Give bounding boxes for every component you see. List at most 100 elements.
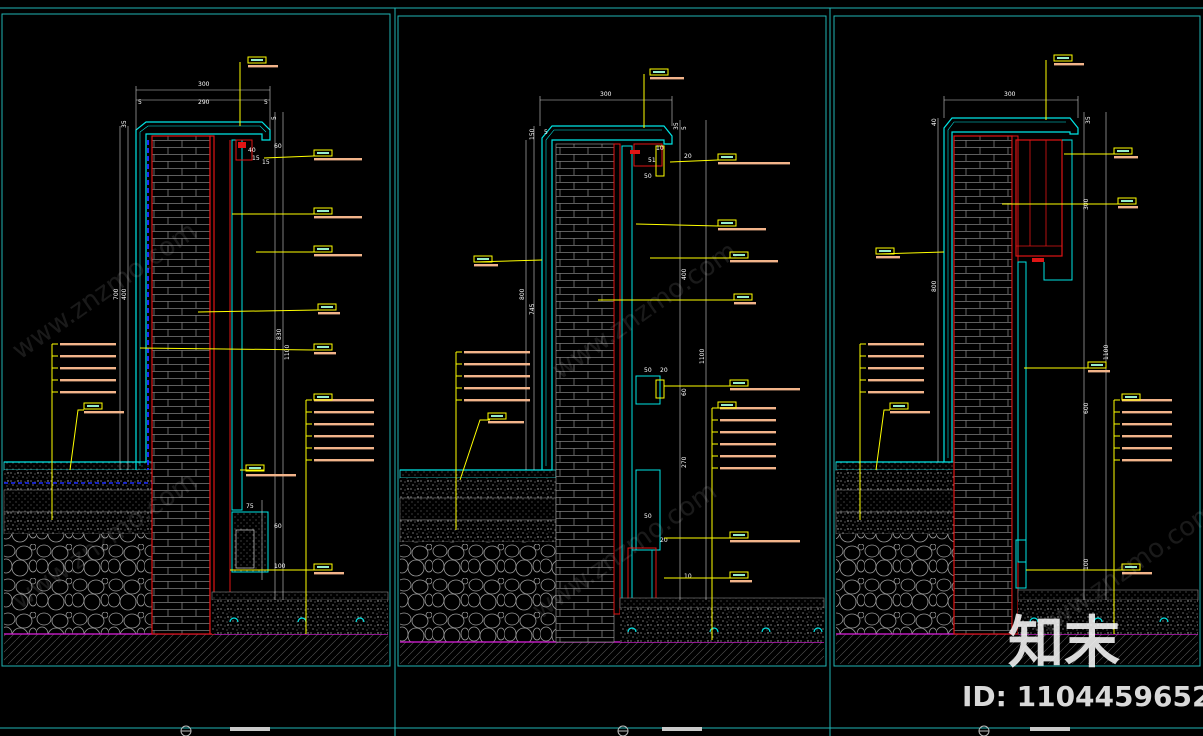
gravel-layer <box>4 470 152 490</box>
callout-text-line <box>314 435 374 438</box>
callout-text-line <box>60 355 116 358</box>
dim-label: 100 <box>274 563 286 570</box>
dim-label: 15 <box>262 159 270 166</box>
dim-label: 35 <box>673 122 680 130</box>
callout-text-line <box>488 421 524 424</box>
callout-text-line <box>314 352 336 355</box>
callout-text-line <box>868 391 924 394</box>
callout-text-line <box>1114 156 1138 159</box>
callout-text-line <box>464 387 530 390</box>
callout-text-line <box>314 572 344 575</box>
callout-text-line <box>1088 370 1110 373</box>
callout-text-line <box>314 216 362 219</box>
callout-text-line <box>1118 206 1138 209</box>
dim-label: 40 <box>931 118 938 126</box>
callout-text-line <box>730 580 752 583</box>
cad-drawing-canvas: 300 5 290 5 35 5 15 40 60 15 400 700 830… <box>0 7 1203 736</box>
callout-text-line <box>730 388 800 391</box>
dim-label: 270 <box>681 456 688 468</box>
callout-text-line <box>890 411 930 414</box>
callout-text-line <box>318 312 340 315</box>
dim-label: 20 <box>660 367 668 374</box>
brick-wall <box>151 135 211 635</box>
dim-label: 35 <box>121 120 128 128</box>
dim-label: 1100 <box>699 349 706 364</box>
callout-text-line <box>314 459 374 462</box>
callout-text-line <box>720 431 776 434</box>
dim-label: 150 <box>529 128 536 140</box>
id-watermark: ID: 1104459652 <box>962 680 1203 713</box>
callout-text-line <box>718 162 790 165</box>
dim-label: 5 <box>138 99 142 106</box>
dim-label: 1100 <box>284 345 291 360</box>
dim-label: 5 <box>264 99 268 106</box>
dim-label: 15 <box>252 155 260 162</box>
callout-text-line <box>650 77 684 80</box>
callout-text-line <box>60 367 116 370</box>
dim-label: 5 <box>681 126 688 130</box>
callout-text-line <box>474 264 498 267</box>
callout-text-line <box>314 423 374 426</box>
dim-label: 20 <box>684 153 692 160</box>
section-right: 300 40 35 300 800 1100 600 100 <box>835 91 1199 664</box>
callout-text-line <box>60 379 116 382</box>
callout-text-line <box>868 367 924 370</box>
callout-text-line <box>464 351 530 354</box>
dim-label: 800 <box>519 288 526 300</box>
callout-text-line <box>876 256 900 259</box>
callout-text-line <box>60 343 116 346</box>
dim-label: 830 <box>276 328 283 340</box>
dim-label: 75 <box>246 503 254 510</box>
callout-text-line <box>1122 411 1172 414</box>
callout-text-line <box>720 443 776 446</box>
dim-label: 10 <box>684 573 692 580</box>
callout-text-line <box>314 447 374 450</box>
callout-text-line <box>718 228 766 231</box>
dim-label: 300 <box>1004 91 1016 98</box>
dim-label: 50 <box>644 367 652 374</box>
dim-label: 600 <box>1083 402 1090 414</box>
dim-label: 290 <box>198 99 210 106</box>
dim-label: 1100 <box>1103 345 1110 360</box>
callout-text-line <box>464 363 530 366</box>
dim-label: 800 <box>931 280 938 292</box>
compacted-soil <box>4 634 388 664</box>
callout-text-line <box>868 343 924 346</box>
callout-text-line <box>868 379 924 382</box>
callout-text-line <box>720 455 776 458</box>
callout-text-line <box>1054 63 1084 66</box>
dim-label: 745 <box>529 303 536 315</box>
callout-text-line <box>730 540 800 543</box>
callout-text-line <box>720 467 776 470</box>
dim-label: 50 <box>644 173 652 180</box>
callout-text-line <box>464 399 530 402</box>
callout-text-line <box>720 419 776 422</box>
logo-watermark: 知末 <box>1008 611 1120 676</box>
dim-label: 40 <box>248 147 256 154</box>
callout-text-line <box>246 474 296 477</box>
callout-text-line <box>60 391 116 394</box>
dim-label: 35 <box>1085 116 1092 124</box>
dim-label: 60 <box>274 523 282 530</box>
callout-text-line <box>464 375 530 378</box>
callout-text-line <box>314 254 362 257</box>
callout-text-line <box>1122 423 1172 426</box>
callout-text-line <box>868 355 924 358</box>
callout-text-line <box>734 302 756 305</box>
dim-label: 100 <box>1083 558 1090 570</box>
dim-label: 10 <box>656 145 664 152</box>
dim-label: 5 <box>544 129 548 136</box>
callout-text-line <box>314 158 362 161</box>
paving-slab <box>3 461 153 471</box>
dim-label: 60 <box>274 143 282 150</box>
callout-text-line <box>1122 435 1172 438</box>
dim-label: 60 <box>681 388 688 396</box>
callout-text-line <box>314 411 374 414</box>
dim-label: 300 <box>198 81 210 88</box>
dim-label: 300 <box>600 91 612 98</box>
callout-text-line <box>84 411 124 414</box>
callout-text-line <box>1122 447 1172 450</box>
dim-label: 51 <box>648 157 656 164</box>
callout-text-line <box>1122 459 1172 462</box>
callout-text-line <box>248 65 278 68</box>
